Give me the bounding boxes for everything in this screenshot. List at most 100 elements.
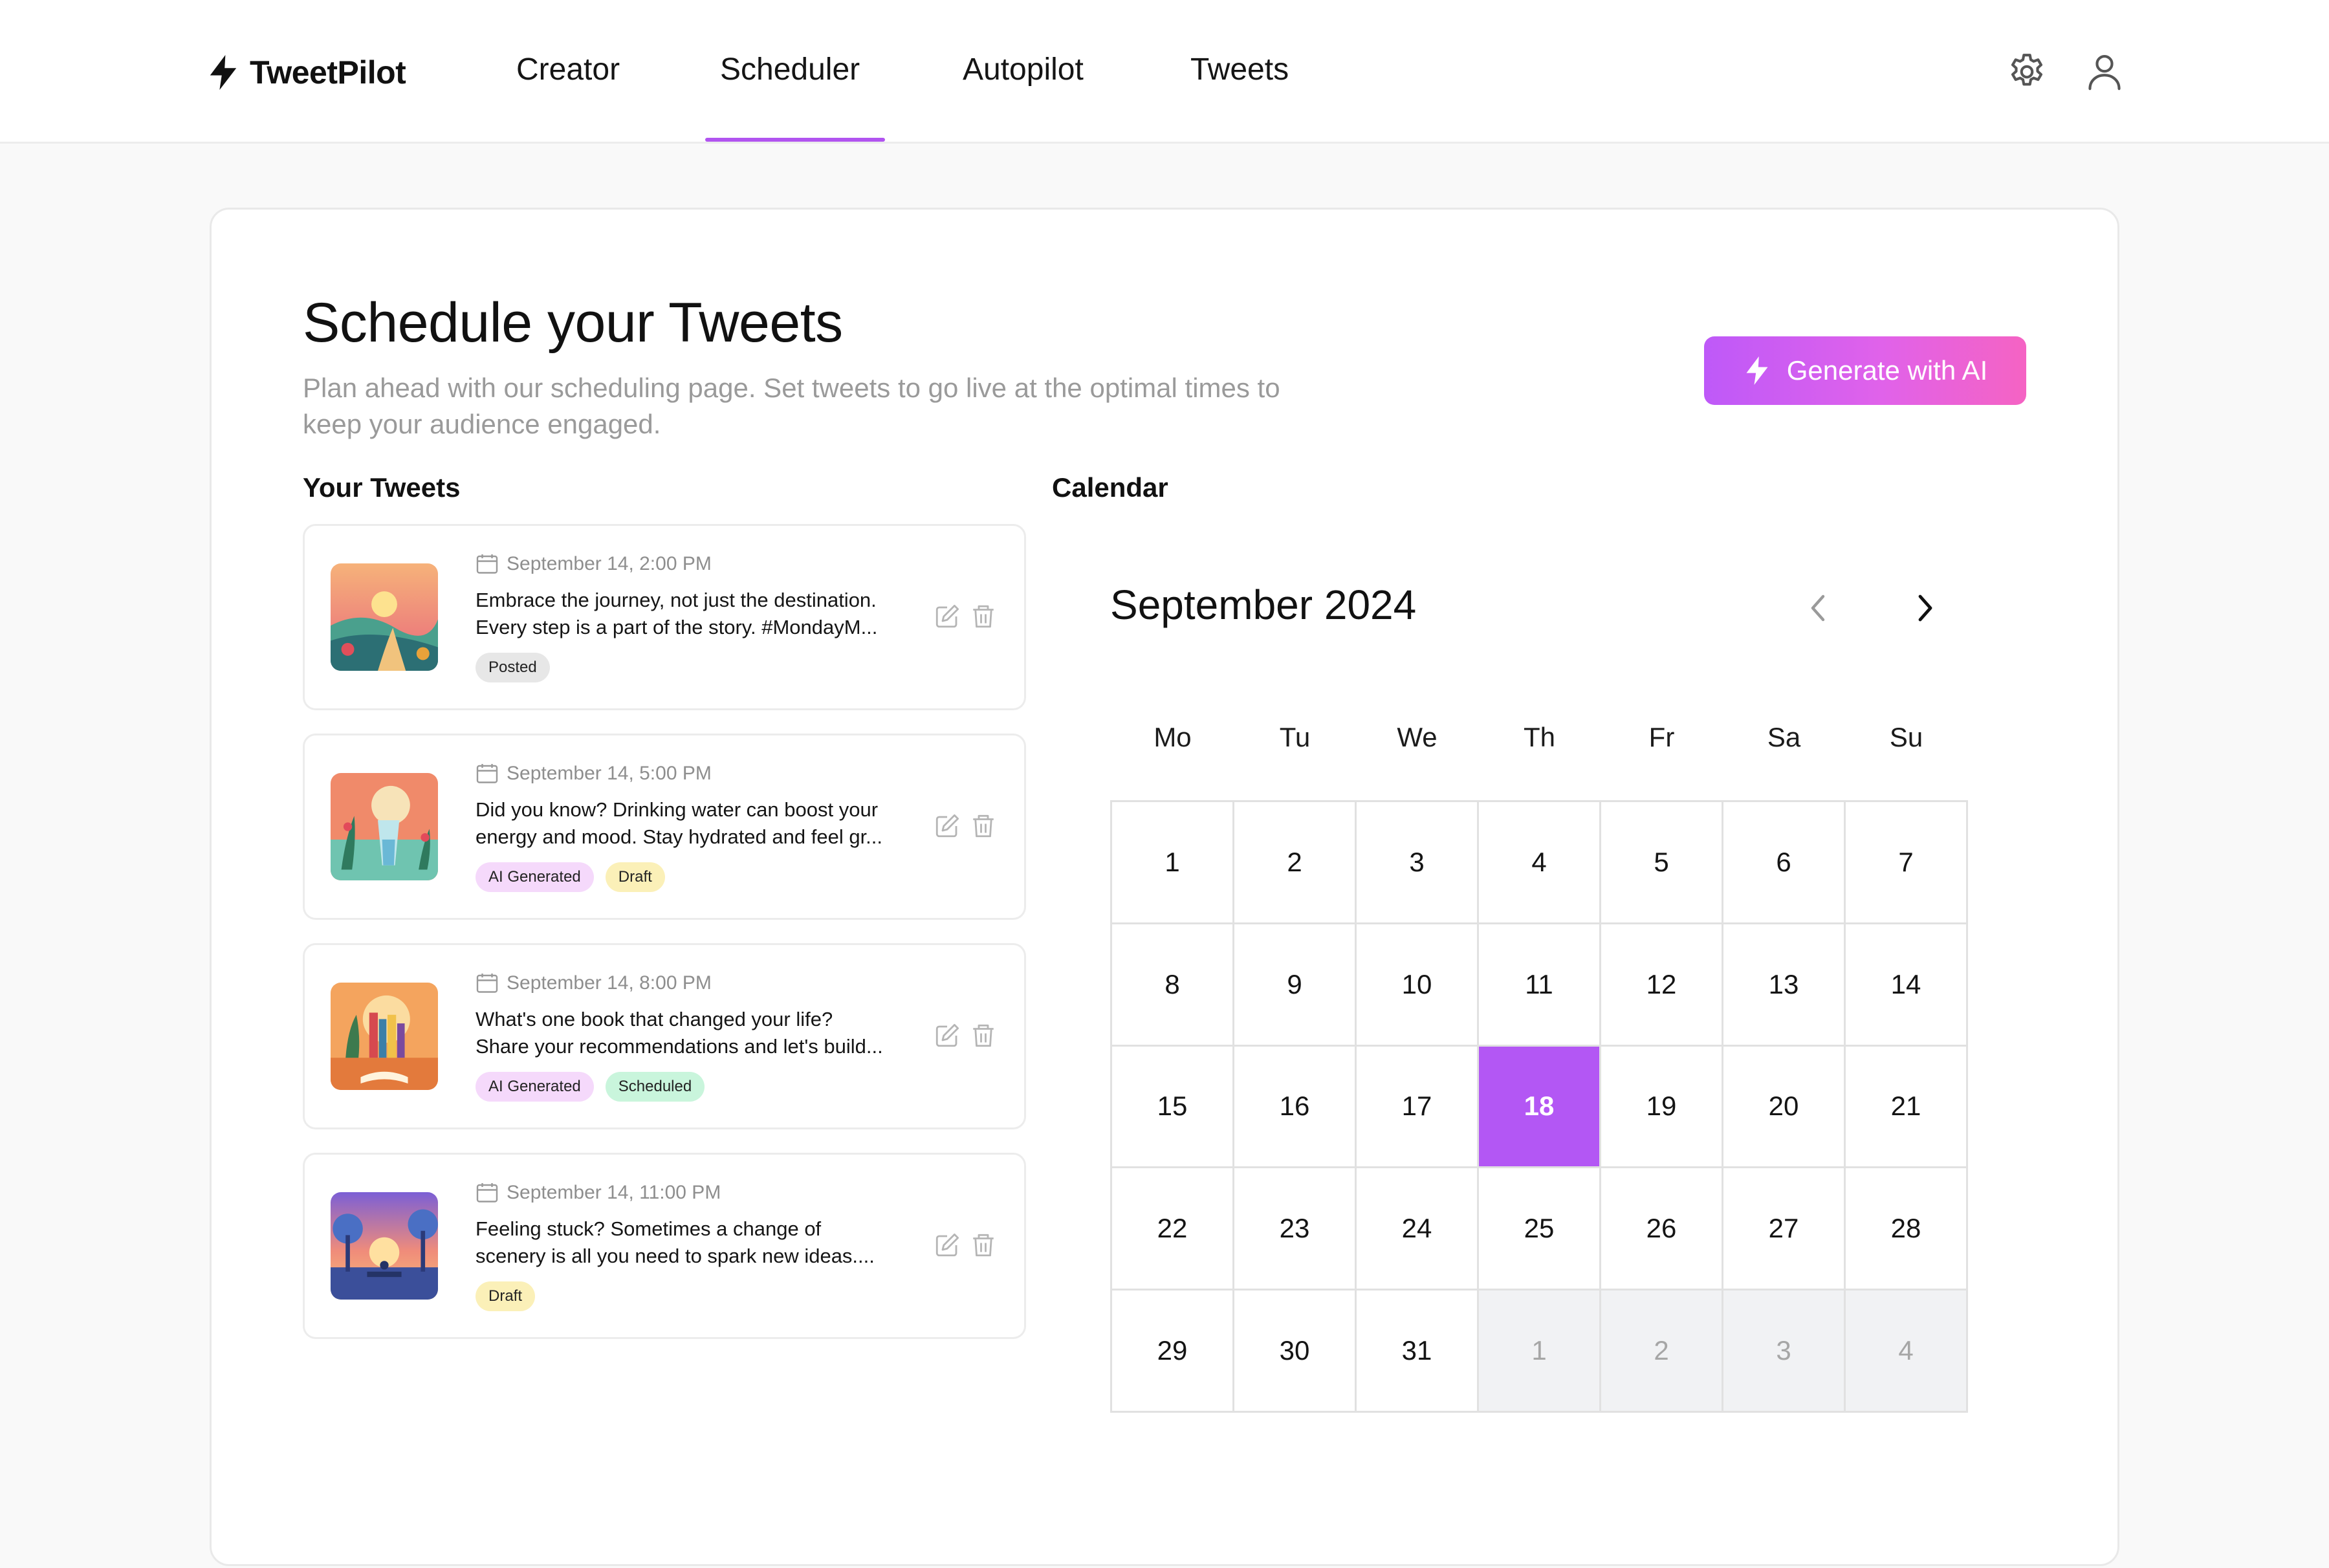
- calendar-day[interactable]: 21: [1846, 1046, 1968, 1169]
- status-badge: Draft: [605, 862, 665, 892]
- previous-month-button[interactable]: [1804, 590, 1835, 626]
- calendar-day[interactable]: 29: [1112, 1290, 1234, 1413]
- calendar-day[interactable]: 8: [1112, 924, 1234, 1047]
- nav-scheduler[interactable]: Scheduler: [720, 52, 860, 87]
- tweet-card[interactable]: September 14, 5:00 PM Did you know? Drin…: [303, 734, 1026, 920]
- weekday-label: Sa: [1767, 722, 1801, 752]
- your-tweets-heading: Your Tweets: [303, 472, 461, 503]
- page-subtitle: Plan ahead with our scheduling page. Set…: [303, 370, 1403, 442]
- gear-icon: [2011, 54, 2043, 86]
- tweet-date: September 14, 5:00 PM: [476, 763, 712, 785]
- tweet-text: Feeling stuck? Sometimes a change of sce…: [476, 1217, 875, 1267]
- calendar-day[interactable]: 9: [1234, 924, 1357, 1047]
- calendar-day-selected[interactable]: 18: [1479, 1046, 1601, 1169]
- status-badge: Draft: [476, 1281, 536, 1311]
- status-badge: Posted: [476, 653, 550, 682]
- status-badge: Scheduled: [605, 1072, 705, 1102]
- ai-generated-badge: AI Generated: [476, 1072, 594, 1102]
- settings-button[interactable]: [2006, 50, 2048, 93]
- app-logo[interactable]: TweetPilot: [206, 49, 406, 96]
- edit-button[interactable]: [934, 812, 961, 840]
- calendar-heading: Calendar: [1052, 472, 1168, 503]
- delete-button[interactable]: [970, 602, 997, 631]
- calendar-day-next-month[interactable]: 1: [1479, 1290, 1601, 1413]
- calendar-day[interactable]: 26: [1601, 1168, 1723, 1291]
- calendar-day[interactable]: 3: [1357, 802, 1479, 924]
- nav-tweets[interactable]: Tweets: [1190, 52, 1289, 87]
- delete-button[interactable]: [970, 812, 997, 840]
- calendar-icon: [476, 974, 498, 993]
- calendar-day[interactable]: 24: [1357, 1168, 1479, 1291]
- tweet-actions: [934, 1231, 997, 1259]
- calendar-day-next-month[interactable]: 4: [1846, 1290, 1968, 1413]
- calendar-day[interactable]: 16: [1234, 1046, 1357, 1169]
- tweet-thumbnail: [331, 1192, 438, 1300]
- delete-button[interactable]: [970, 1231, 997, 1259]
- edit-button[interactable]: [934, 1021, 961, 1050]
- weekday-label: Su: [1889, 722, 1923, 752]
- pencil-edit-icon: [935, 814, 959, 838]
- user-icon: [2088, 55, 2121, 91]
- calendar-day[interactable]: 27: [1723, 1168, 1846, 1291]
- weekday-label: Th: [1523, 722, 1555, 752]
- calendar-day-next-month[interactable]: 2: [1601, 1290, 1723, 1413]
- calendar-day[interactable]: 5: [1601, 802, 1723, 924]
- tweet-card[interactable]: September 14, 11:00 PM Feeling stuck? So…: [303, 1153, 1026, 1339]
- calendar-day[interactable]: 22: [1112, 1168, 1234, 1291]
- calendar-day[interactable]: 17: [1357, 1046, 1479, 1169]
- calendar-day[interactable]: 20: [1723, 1046, 1846, 1169]
- calendar-day[interactable]: 15: [1112, 1046, 1234, 1169]
- ai-generated-badge: AI Generated: [476, 862, 594, 892]
- delete-button[interactable]: [970, 1021, 997, 1050]
- calendar-day[interactable]: 19: [1601, 1046, 1723, 1169]
- edit-button[interactable]: [934, 602, 961, 631]
- edit-button[interactable]: [934, 1231, 961, 1259]
- calendar-day[interactable]: 7: [1846, 802, 1968, 924]
- tweet-thumbnail: [331, 563, 438, 671]
- calendar-day[interactable]: 1: [1112, 802, 1234, 924]
- nav-creator[interactable]: Creator: [516, 52, 620, 87]
- nav-autopilot[interactable]: Autopilot: [963, 52, 1084, 87]
- calendar-day[interactable]: 12: [1601, 924, 1723, 1047]
- tweet-card[interactable]: September 14, 8:00 PM What's one book th…: [303, 943, 1026, 1129]
- calendar-day[interactable]: 10: [1357, 924, 1479, 1047]
- trash-icon: [973, 605, 994, 628]
- profile-button[interactable]: [2083, 50, 2126, 93]
- next-month-button[interactable]: [1908, 590, 1940, 626]
- tweet-text: Did you know? Drinking water can boost y…: [476, 798, 883, 848]
- generate-with-ai-button[interactable]: Generate with AI: [1704, 336, 2026, 405]
- tweet-tags: AI Generated Draft: [476, 862, 665, 892]
- calendar-day[interactable]: 13: [1723, 924, 1846, 1047]
- calendar-day[interactable]: 2: [1234, 802, 1357, 924]
- tweet-card[interactable]: September 14, 2:00 PM Embrace the journe…: [303, 524, 1026, 710]
- calendar-day[interactable]: 4: [1479, 802, 1601, 924]
- tweet-thumbnail: [331, 983, 438, 1090]
- calendar-day[interactable]: 30: [1234, 1290, 1357, 1413]
- tweet-text: Embrace the journey, not just the destin…: [476, 589, 878, 638]
- tweet-actions: [934, 1021, 997, 1050]
- tweet-tags: AI Generated Scheduled: [476, 1072, 705, 1102]
- calendar-day[interactable]: 14: [1846, 924, 1968, 1047]
- subtitle-line-1: Plan ahead with our scheduling page. Set…: [303, 373, 1280, 403]
- tweet-actions: [934, 812, 997, 840]
- page-title: Schedule your Tweets: [303, 292, 843, 354]
- calendar-icon: [476, 1183, 498, 1203]
- calendar-day[interactable]: 31: [1357, 1290, 1479, 1413]
- calendar-day[interactable]: 6: [1723, 802, 1846, 924]
- calendar-day[interactable]: 11: [1479, 924, 1601, 1047]
- calendar-day[interactable]: 25: [1479, 1168, 1601, 1291]
- active-tab-indicator: [705, 138, 885, 142]
- top-navigation-bar: TweetPilot Creator Scheduler Autopilot T…: [0, 0, 2329, 144]
- chevron-right-icon: [1918, 594, 1932, 622]
- calendar-day[interactable]: 23: [1234, 1168, 1357, 1291]
- calendar-day-next-month[interactable]: 3: [1723, 1290, 1846, 1413]
- weekday-label: Tu: [1279, 722, 1311, 752]
- tweet-date: September 14, 8:00 PM: [476, 972, 712, 994]
- tweet-date: September 14, 2:00 PM: [476, 553, 712, 575]
- calendar-icon: [476, 554, 498, 574]
- calendar-day[interactable]: 28: [1846, 1168, 1968, 1291]
- lightning-bolt-icon: [210, 55, 237, 90]
- trash-icon: [973, 1024, 994, 1047]
- chevron-left-icon: [1811, 594, 1825, 622]
- weekday-label: Fr: [1648, 722, 1675, 752]
